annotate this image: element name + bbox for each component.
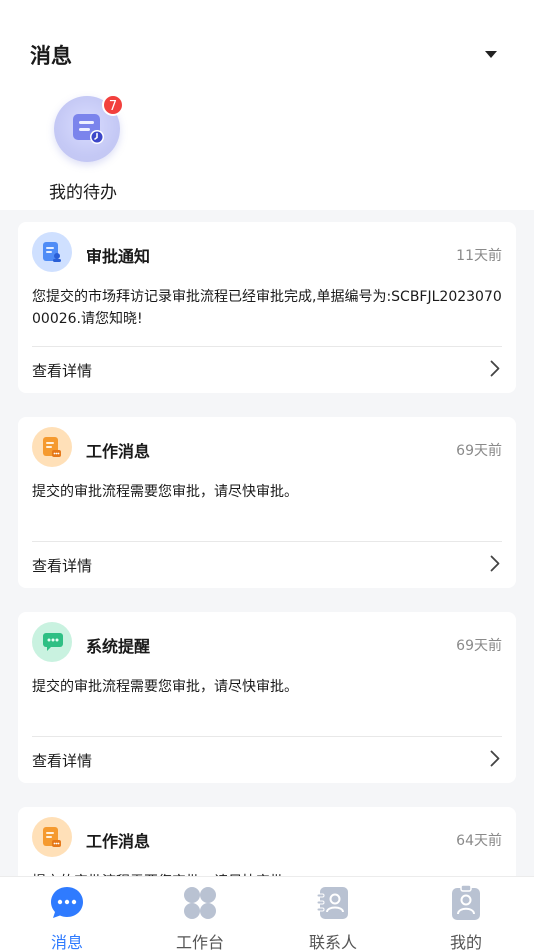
tab-label: 我的 [449, 933, 482, 950]
message-body: 提交的审批流程需要您审批，请尽快审批。 [32, 679, 298, 695]
view-details-label: 查看详情 [32, 752, 93, 770]
todo-list-icon [73, 114, 104, 144]
message-body: 提交的审批流程需要您审批，请尽快审批。 [32, 484, 298, 500]
bottom-tab-bar: 消息 工作台 联系人 我的 [0, 876, 534, 950]
chevron-right-icon [490, 555, 500, 572]
chevron-right-icon [490, 750, 500, 767]
tab-label: 工作台 [175, 933, 224, 950]
tab-label: 联系人 [308, 933, 357, 950]
chevron-right-icon [490, 360, 500, 377]
message-card[interactable]: 审批通知 11天前 您提交的市场拜访记录审批流程已经审批完成,单据编号为:SCB… [18, 222, 516, 393]
approval-doc-icon [32, 232, 72, 272]
view-details-row[interactable]: 查看详情 [32, 542, 502, 586]
message-title: 工作消息 [86, 832, 151, 851]
view-details-row[interactable]: 查看详情 [32, 737, 502, 781]
view-details-label: 查看详情 [32, 557, 93, 575]
message-title: 系统提醒 [86, 637, 151, 656]
page-title: 消息 [30, 44, 72, 68]
tab-contacts[interactable]: 联系人 [283, 885, 383, 950]
profile-icon [452, 885, 480, 920]
todo-label: 我的待办 [49, 183, 117, 203]
header-area: 消息 7 我的待办 [0, 0, 534, 210]
message-title: 工作消息 [86, 442, 151, 461]
message-body: 您提交的市场拜访记录审批流程已经审批完成,单据编号为:SCBFJL2023070… [32, 289, 502, 327]
todo-shortcut[interactable]: 7 我的待办 [44, 92, 134, 203]
contacts-icon [316, 887, 348, 919]
view-details-label: 查看详情 [32, 362, 93, 380]
tab-workbench[interactable]: 工作台 [150, 885, 250, 950]
work-doc-icon [32, 427, 72, 467]
view-details-row[interactable]: 查看详情 [32, 347, 502, 391]
message-time: 69天前 [456, 443, 502, 459]
message-card[interactable]: 工作消息 69天前 提交的审批流程需要您审批，请尽快审批。 查看详情 [18, 417, 516, 588]
work-doc-icon [32, 817, 72, 857]
grid-icon [184, 887, 216, 919]
message-time: 11天前 [456, 248, 502, 264]
message-time: 64天前 [456, 833, 502, 849]
system-chat-icon [32, 622, 72, 662]
chat-bubble-icon [51, 887, 83, 918]
tab-label: 消息 [50, 933, 83, 950]
tab-mine[interactable]: 我的 [416, 885, 516, 950]
message-card[interactable]: 系统提醒 69天前 提交的审批流程需要您审批，请尽快审批。 查看详情 [18, 612, 516, 783]
message-time: 69天前 [456, 638, 502, 654]
todo-count-badge: 7 [102, 94, 124, 116]
message-title: 审批通知 [86, 247, 151, 266]
caret-down-icon[interactable] [478, 44, 504, 64]
tab-messages[interactable]: 消息 [17, 885, 117, 950]
